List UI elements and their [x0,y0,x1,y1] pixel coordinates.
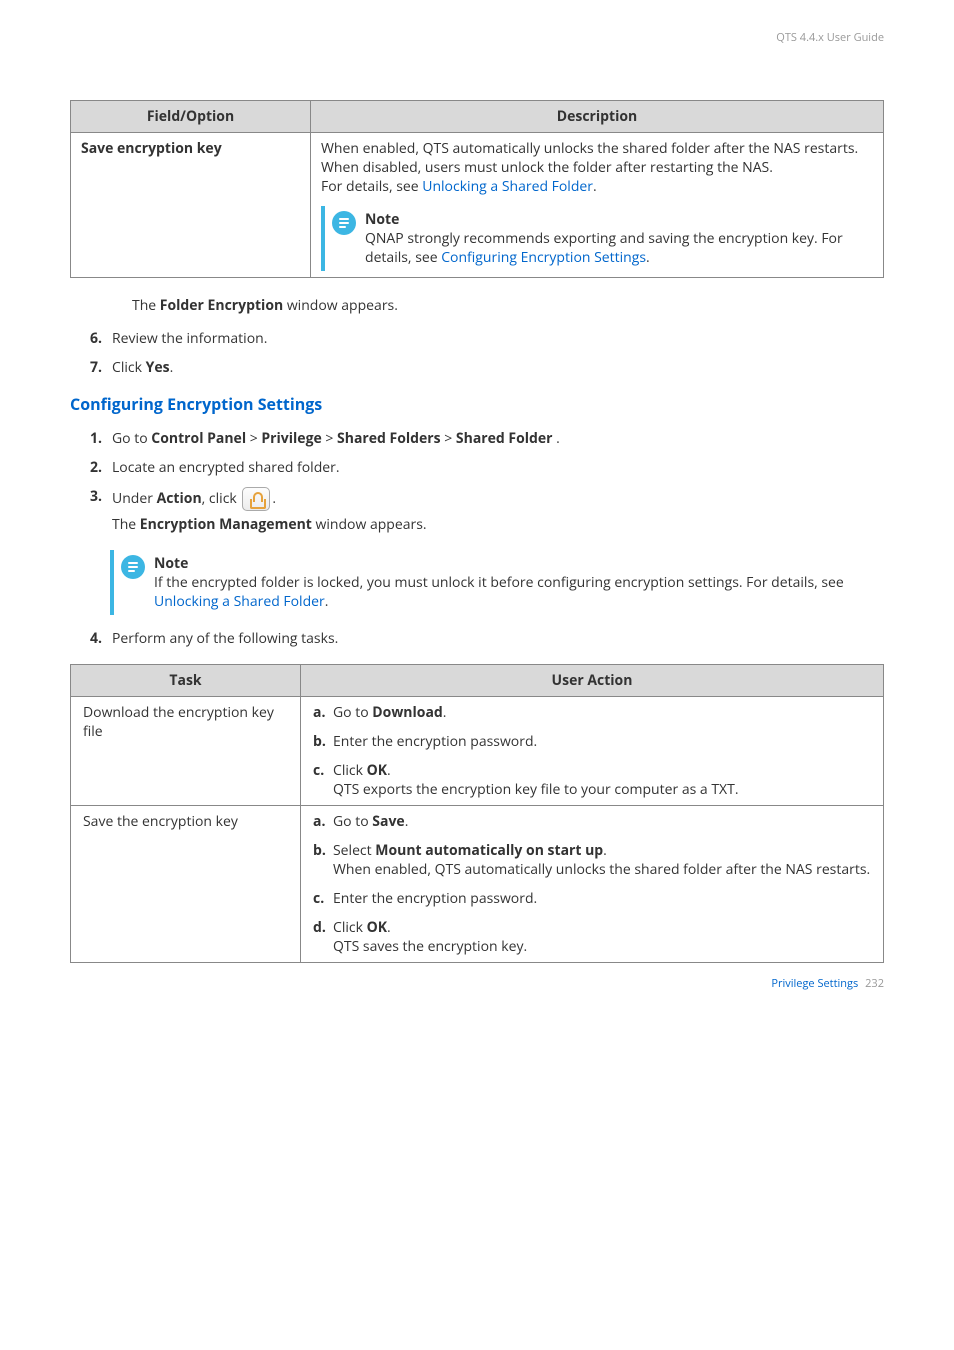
list-item: b. Select Mount automatically on start u… [313,841,871,879]
footer-section: Privilege Settings [771,976,858,991]
list-item: a. Go to Save. [313,812,871,831]
note-text: If the encrypted folder is locked, you m… [154,573,844,611]
steps-list-2: 1. Go to Control Panel > Privilege > Sha… [90,429,884,534]
note-box: Note QNAP strongly recommends exporting … [321,206,873,271]
task-actions: a. Go to Download. b. Enter the encrypti… [301,697,884,806]
col-header-user-action: User Action [301,665,884,697]
task-table: Task User Action Download the encryption… [70,664,884,963]
col-header-description: Description [311,101,884,133]
footer-page-number: 232 [865,976,884,991]
header-guide-title: QTS 4.4.x User Guide [776,30,884,45]
link-unlocking-shared-folder[interactable]: Unlocking a Shared Folder [422,177,593,196]
list-item: d. Click OK. QTS saves the encryption ke… [313,918,871,956]
desc-line-2: When disabled, users must unlock the fol… [321,158,873,177]
steps-list-3: 4. Perform any of the following tasks. [90,629,884,648]
note-icon [331,210,357,236]
step-2: 2. Locate an encrypted shared folder. [90,458,884,477]
steps-list-1: 6. Review the information. 7. Click Yes. [90,329,884,377]
step-4: 4. Perform any of the following tasks. [90,629,884,648]
task-label: Save the encryption key [71,806,301,963]
table-row: Download the encryption key file a. Go t… [71,697,884,806]
task-actions: a. Go to Save. b. Select Mount automatic… [301,806,884,963]
step-text: Locate an encrypted shared folder. [112,458,884,477]
note-title: Note [365,210,867,229]
step-1: 1. Go to Control Panel > Privilege > Sha… [90,429,884,448]
window-appears-text: The Folder Encryption window appears. [132,296,884,315]
note-body: Note QNAP strongly recommends exporting … [365,210,867,267]
col-header-task: Task [71,665,301,697]
list-item: c. Enter the encryption password. [313,889,871,908]
list-item: a. Go to Download. [313,703,871,722]
col-header-field: Field/Option [71,101,311,133]
step-6: 6. Review the information. [90,329,884,348]
note-title: Note [154,554,878,573]
step-number: 1. [90,429,112,448]
step-number: 3. [90,487,112,534]
note-box: Note If the encrypted folder is locked, … [110,550,884,615]
step-text: Under Action, click . The Encryption Man… [112,487,884,534]
field-option-table: Field/Option Description Save encryption… [70,100,884,278]
link-configuring-encryption-settings[interactable]: Configuring Encryption Settings [441,248,646,267]
note-body: Note If the encrypted folder is locked, … [154,554,878,611]
step-text: Review the information. [112,329,884,348]
step-number: 2. [90,458,112,477]
step-7: 7. Click Yes. [90,358,884,377]
note-icon [120,554,146,580]
list-item: c. Click OK. QTS exports the encryption … [313,761,871,799]
step-text: Click Yes. [112,358,884,377]
field-label: Save encryption key [71,133,311,278]
desc-line-3: For details, see Unlocking a Shared Fold… [321,177,873,196]
field-description: When enabled, QTS automatically unlocks … [311,133,884,278]
link-unlocking-shared-folder[interactable]: Unlocking a Shared Folder [154,592,325,611]
step-3: 3. Under Action, click . The Encryption … [90,487,884,534]
step-text: Perform any of the following tasks. [112,629,884,648]
table-row: Save the encryption key a. Go to Save. b… [71,806,884,963]
desc-line-1: When enabled, QTS automatically unlocks … [321,139,873,158]
lock-icon[interactable] [242,487,270,511]
note-text: QNAP strongly recommends exporting and s… [365,229,843,267]
step-text: Go to Control Panel > Privilege > Shared… [112,429,884,448]
step-number: 4. [90,629,112,648]
step-number: 7. [90,358,112,377]
table-row: Save encryption key When enabled, QTS au… [71,133,884,278]
task-label: Download the encryption key file [71,697,301,806]
section-heading-configuring-encryption-settings: Configuring Encryption Settings [70,393,884,415]
list-item: b. Enter the encryption password. [313,732,871,751]
footer: Privilege Settings 232 [771,976,884,991]
step-number: 6. [90,329,112,348]
